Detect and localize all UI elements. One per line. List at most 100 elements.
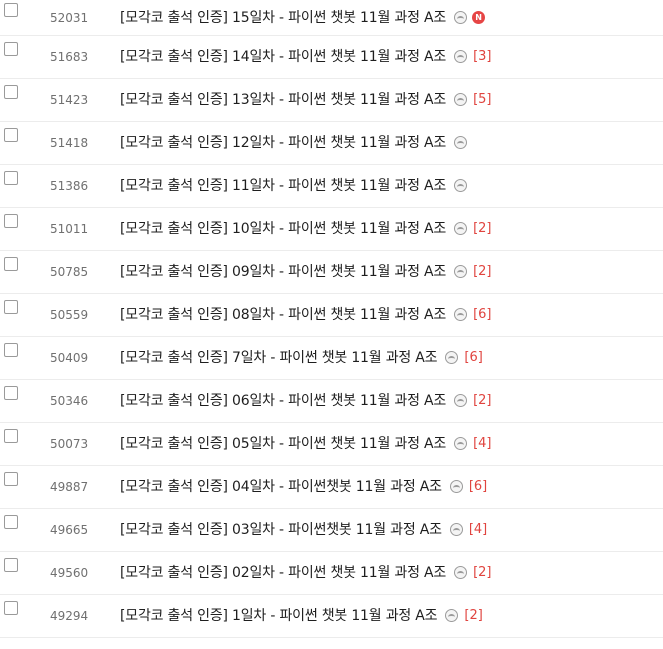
post-number: 52031 [50,11,89,25]
post-number: 50559 [50,308,89,322]
list-item: 50785 [모각코 출석 인증] 09일차 - 파이썬 챗봇 11월 과정 A조… [0,251,663,294]
post-number: 49560 [50,566,89,580]
image-icon [454,221,468,235]
select-checkbox[interactable] [4,558,18,572]
comment-count[interactable]: [3] [473,49,491,64]
comment-count[interactable]: [2] [473,393,491,408]
list-item: 51386 [모각코 출석 인증] 11일차 - 파이썬 챗봇 11월 과정 A조 [0,165,663,208]
list-item: 52031 [모각코 출석 인증] 15일차 - 파이썬 챗봇 11월 과정 A조… [0,0,663,36]
post-number: 50409 [50,351,89,365]
comment-count[interactable]: [6] [473,307,491,322]
image-icon [445,608,459,622]
post-title-text: [모각코 출석 인증] 12일차 - 파이썬 챗봇 11월 과정 A조 [120,135,447,151]
image-icon [454,10,468,24]
comment-count[interactable]: [6] [469,479,487,494]
image-icon [449,479,463,493]
post-title-text: [모각코 출석 인증] 14일차 - 파이썬 챗봇 11월 과정 A조 [120,49,447,65]
comment-count[interactable]: [2] [473,264,491,279]
post-number: 50073 [50,437,89,451]
post-number: 51683 [50,50,89,64]
comment-count[interactable]: [5] [473,92,491,107]
post-title-link[interactable]: [모각코 출석 인증] 08일차 - 파이썬 챗봇 11월 과정 A조 [6] [120,304,492,324]
post-number: 51386 [50,179,89,193]
post-title-link[interactable]: [모각코 출석 인증] 02일차 - 파이썬 챗봇 11월 과정 A조 [2] [120,562,492,582]
post-number: 51418 [50,136,89,150]
list-item: 49560 [모각코 출석 인증] 02일차 - 파이썬 챗봇 11월 과정 A조… [0,552,663,595]
select-checkbox[interactable] [4,257,18,271]
post-title-link[interactable]: [모각코 출석 인증] 11일차 - 파이썬 챗봇 11월 과정 A조 [120,175,468,195]
image-icon [454,307,468,321]
post-title-text: [모각코 출석 인증] 09일차 - 파이썬 챗봇 11월 과정 A조 [120,264,447,280]
image-icon [449,522,463,536]
post-number: 49294 [50,609,89,623]
select-checkbox[interactable] [4,300,18,314]
post-title-link[interactable]: [모각코 출석 인증] 06일차 - 파이썬 챗봇 11월 과정 A조 [2] [120,390,492,410]
post-title-text: [모각코 출석 인증] 08일차 - 파이썬 챗봇 11월 과정 A조 [120,307,447,323]
image-icon [454,393,468,407]
list-item: 51423 [모각코 출석 인증] 13일차 - 파이썬 챗봇 11월 과정 A조… [0,79,663,122]
list-item: 50073 [모각코 출석 인증] 05일차 - 파이썬 챗봇 11월 과정 A조… [0,423,663,466]
post-title-link[interactable]: [모각코 출석 인증] 10일차 - 파이썬 챗봇 11월 과정 A조 [2] [120,218,492,238]
image-icon [454,49,468,63]
post-title-text: [모각코 출석 인증] 7일차 - 파이썬 챗봇 11월 과정 A조 [120,350,438,366]
post-title-text: [모각코 출석 인증] 11일차 - 파이썬 챗봇 11월 과정 A조 [120,178,447,194]
post-number: 49665 [50,523,89,537]
comment-count[interactable]: [6] [464,350,482,365]
select-checkbox[interactable] [4,128,18,142]
post-title-text: [모각코 출석 인증] 10일차 - 파이썬 챗봇 11월 과정 A조 [120,221,447,237]
post-title-text: [모각코 출석 인증] 1일차 - 파이썬 챗봇 11월 과정 A조 [120,608,438,624]
list-item: 50559 [모각코 출석 인증] 08일차 - 파이썬 챗봇 11월 과정 A조… [0,294,663,337]
post-title-text: [모각코 출석 인증] 15일차 - 파이썬 챗봇 11월 과정 A조 [120,10,447,26]
post-title-link[interactable]: [모각코 출석 인증] 05일차 - 파이썬 챗봇 11월 과정 A조 [4] [120,433,492,453]
post-title-link[interactable]: [모각코 출석 인증] 13일차 - 파이썬 챗봇 11월 과정 A조 [5] [120,89,492,109]
post-number: 50346 [50,394,89,408]
list-item: 49887 [모각코 출석 인증] 04일차 - 파이썬챗봇 11월 과정 A조[… [0,466,663,509]
list-item: 49665 [모각코 출석 인증] 03일차 - 파이썬챗봇 11월 과정 A조[… [0,509,663,552]
select-checkbox[interactable] [4,601,18,615]
image-icon [454,565,468,579]
select-checkbox[interactable] [4,214,18,228]
list-item: 50409 [모각코 출석 인증] 7일차 - 파이썬 챗봇 11월 과정 A조[… [0,337,663,380]
post-title-link[interactable]: [모각코 출석 인증] 09일차 - 파이썬 챗봇 11월 과정 A조 [2] [120,261,492,281]
select-checkbox[interactable] [4,343,18,357]
list-item: 49294 [모각코 출석 인증] 1일차 - 파이썬 챗봇 11월 과정 A조[… [0,595,663,638]
image-icon [454,436,468,450]
list-item: 51683 [모각코 출석 인증] 14일차 - 파이썬 챗봇 11월 과정 A조… [0,36,663,79]
post-title-text: [모각코 출석 인증] 04일차 - 파이썬챗봇 11월 과정 A조 [120,479,442,495]
list-item: 51011 [모각코 출석 인증] 10일차 - 파이썬 챗봇 11월 과정 A조… [0,208,663,251]
select-checkbox[interactable] [4,3,18,17]
select-checkbox[interactable] [4,171,18,185]
select-checkbox[interactable] [4,429,18,443]
post-title-link[interactable]: [모각코 출석 인증] 12일차 - 파이썬 챗봇 11월 과정 A조 [120,132,468,152]
post-number: 51423 [50,93,89,107]
post-list: 52031 [모각코 출석 인증] 15일차 - 파이썬 챗봇 11월 과정 A조… [0,0,663,638]
comment-count[interactable]: [2] [464,608,482,623]
comment-count[interactable]: [4] [473,436,491,451]
post-title-text: [모각코 출석 인증] 05일차 - 파이썬 챗봇 11월 과정 A조 [120,436,447,452]
image-icon [454,264,468,278]
post-number: 49887 [50,480,89,494]
comment-count[interactable]: [2] [473,565,491,580]
post-number: 50785 [50,265,89,279]
post-number: 51011 [50,222,89,236]
comment-count[interactable]: [4] [469,522,487,537]
select-checkbox[interactable] [4,386,18,400]
post-title-link[interactable]: [모각코 출석 인증] 15일차 - 파이썬 챗봇 11월 과정 A조 N [120,7,486,27]
select-checkbox[interactable] [4,472,18,486]
comment-count[interactable]: [2] [473,221,491,236]
post-title-link[interactable]: [모각코 출석 인증] 1일차 - 파이썬 챗봇 11월 과정 A조 [2] [120,605,483,625]
post-title-text: [모각코 출석 인증] 06일차 - 파이썬 챗봇 11월 과정 A조 [120,393,447,409]
post-title-text: [모각코 출석 인증] 03일차 - 파이썬챗봇 11월 과정 A조 [120,522,442,538]
post-title-link[interactable]: [모각코 출석 인증] 04일차 - 파이썬챗봇 11월 과정 A조 [6] [120,476,487,496]
image-icon [454,178,468,192]
new-badge: N [472,10,486,24]
image-icon [454,135,468,149]
list-item: 50346 [모각코 출석 인증] 06일차 - 파이썬 챗봇 11월 과정 A조… [0,380,663,423]
post-title-link[interactable]: [모각코 출석 인증] 14일차 - 파이썬 챗봇 11월 과정 A조 [3] [120,46,492,66]
list-item: 51418 [모각코 출석 인증] 12일차 - 파이썬 챗봇 11월 과정 A조 [0,122,663,165]
post-title-link[interactable]: [모각코 출석 인증] 03일차 - 파이썬챗봇 11월 과정 A조 [4] [120,519,487,539]
select-checkbox[interactable] [4,515,18,529]
select-checkbox[interactable] [4,85,18,99]
select-checkbox[interactable] [4,42,18,56]
post-title-link[interactable]: [모각코 출석 인증] 7일차 - 파이썬 챗봇 11월 과정 A조 [6] [120,347,483,367]
